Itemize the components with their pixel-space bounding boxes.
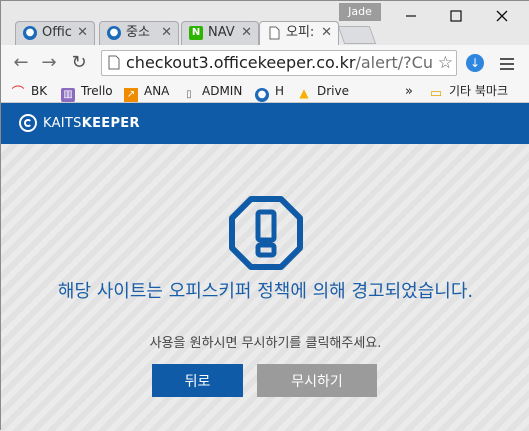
naver-icon: N bbox=[189, 26, 203, 40]
bookmark-label: H bbox=[275, 84, 285, 98]
bookmark-drive[interactable]: ▲ Drive bbox=[297, 83, 349, 100]
trello-icon: ▥ bbox=[61, 88, 75, 102]
tab-offic[interactable]: ● Offic ✕ bbox=[15, 21, 95, 45]
bookmarks-bar: ⌒ BK ▥ Trello ↗ ANA ▯ ADMIN ● H ▲ Drive » ▭ 기타 … bbox=[1, 81, 529, 103]
close-window-button[interactable] bbox=[482, 5, 522, 27]
maximize-icon bbox=[450, 10, 462, 22]
brand-name-bold: KEEPER bbox=[81, 116, 140, 131]
toolbar: ← → ↻ checkout3.officekeeper.co.kr/alert… bbox=[1, 45, 529, 81]
url-text: checkout3.officekeeper.co.kr/alert/?Cult… bbox=[126, 53, 432, 72]
download-extension-icon[interactable]: ↓ bbox=[466, 54, 484, 72]
browser-window: Jade ● Offic ✕ ● 중소 ✕ N NAV ✕ 오피: ✕ ← → … bbox=[0, 0, 529, 431]
analytics-icon: ↗ bbox=[124, 88, 138, 102]
back-button[interactable]: 뒤로 bbox=[152, 364, 243, 397]
bookmark-label: Trello bbox=[81, 84, 113, 98]
bookmark-label: ADMIN bbox=[202, 84, 243, 98]
page-icon: ▯ bbox=[186, 89, 192, 100]
minimize-button[interactable] bbox=[391, 5, 431, 27]
folder-icon: ▭ bbox=[429, 86, 443, 101]
tab-jungso[interactable]: ● 중소 ✕ bbox=[99, 21, 179, 45]
bookmarks-overflow-button[interactable]: » bbox=[405, 83, 413, 100]
tab-close-icon[interactable]: ✕ bbox=[321, 22, 332, 44]
brand-name-light: KAITS bbox=[43, 116, 82, 131]
tab-officekeeper-alert[interactable]: 오피: ✕ bbox=[259, 21, 339, 45]
tab-close-icon[interactable]: ✕ bbox=[241, 22, 252, 44]
tab-title: NAV bbox=[208, 25, 235, 40]
profile-badge[interactable]: Jade bbox=[339, 3, 381, 21]
kaits-icon: ● bbox=[107, 26, 121, 40]
minimize-icon bbox=[406, 15, 416, 17]
bookmark-ana[interactable]: ↗ ANA bbox=[124, 83, 170, 102]
bookmark-star-icon[interactable]: ☆ bbox=[438, 53, 453, 73]
tab-close-icon[interactable]: ✕ bbox=[161, 22, 172, 44]
bookmark-bk[interactable]: ⌒ BK bbox=[11, 83, 48, 101]
brand-name: KAITSKEEPER bbox=[43, 116, 140, 131]
tab-title: 오피: bbox=[286, 25, 315, 40]
warning-message: 해당 사이트는 오피스키퍼 정책에 의해 경고되었습니다. bbox=[57, 281, 474, 302]
url-path: /alert/?Culture bbox=[355, 53, 432, 72]
brand-header: KAITSKEEPER bbox=[1, 103, 529, 144]
tab-naver[interactable]: N NAV ✕ bbox=[181, 21, 259, 45]
bookmark-trello[interactable]: ▥ Trello bbox=[61, 83, 113, 102]
maximize-button[interactable] bbox=[436, 5, 476, 27]
kaits-icon: ● bbox=[23, 26, 37, 40]
warning-octagon-icon bbox=[229, 196, 303, 270]
new-tab-button[interactable] bbox=[337, 26, 377, 44]
bookmark-h[interactable]: ● H bbox=[255, 83, 285, 102]
address-bar[interactable]: checkout3.officekeeper.co.kr/alert/?Cult… bbox=[101, 50, 457, 76]
forward-arrow-icon[interactable]: → bbox=[37, 51, 61, 75]
bookmark-label: 기타 북마크 bbox=[449, 84, 509, 98]
close-icon bbox=[496, 10, 508, 22]
page-icon bbox=[267, 26, 281, 40]
instruction-message: 사용을 원하시면 무시하기를 클릭해주세요. bbox=[149, 336, 382, 351]
tab-title: 중소 bbox=[126, 25, 150, 40]
back-arrow-icon[interactable]: ← bbox=[9, 51, 33, 75]
menu-icon[interactable] bbox=[500, 55, 514, 71]
drive-icon: ▲ bbox=[299, 86, 309, 100]
other-bookmarks-folder[interactable]: ▭ 기타 북마크 bbox=[429, 83, 509, 101]
ignore-button[interactable]: 무시하기 bbox=[257, 364, 377, 397]
bookmark-admin[interactable]: ▯ ADMIN bbox=[182, 83, 242, 100]
bookmark-label: ANA bbox=[144, 84, 170, 98]
url-host: checkout3.officekeeper.co.kr bbox=[126, 53, 356, 72]
reload-icon[interactable]: ↻ bbox=[67, 51, 91, 75]
tab-close-icon[interactable]: ✕ bbox=[77, 22, 88, 44]
page-info-icon[interactable] bbox=[108, 55, 120, 70]
tab-title: Offic bbox=[42, 25, 72, 40]
alert-page: KAITSKEEPER 해당 사이트는 오피스키퍼 정책에 의해 경고되었습니다… bbox=[1, 103, 529, 431]
bookmark-label: Drive bbox=[317, 84, 349, 98]
kaitskeeper-logo-icon bbox=[19, 114, 37, 132]
tab-strip: Jade ● Offic ✕ ● 중소 ✕ N NAV ✕ 오피: ✕ bbox=[1, 1, 529, 45]
kaits-icon: ● bbox=[255, 88, 269, 102]
rainbow-icon: ⌒ bbox=[11, 86, 25, 101]
bookmark-label: BK bbox=[31, 84, 48, 98]
